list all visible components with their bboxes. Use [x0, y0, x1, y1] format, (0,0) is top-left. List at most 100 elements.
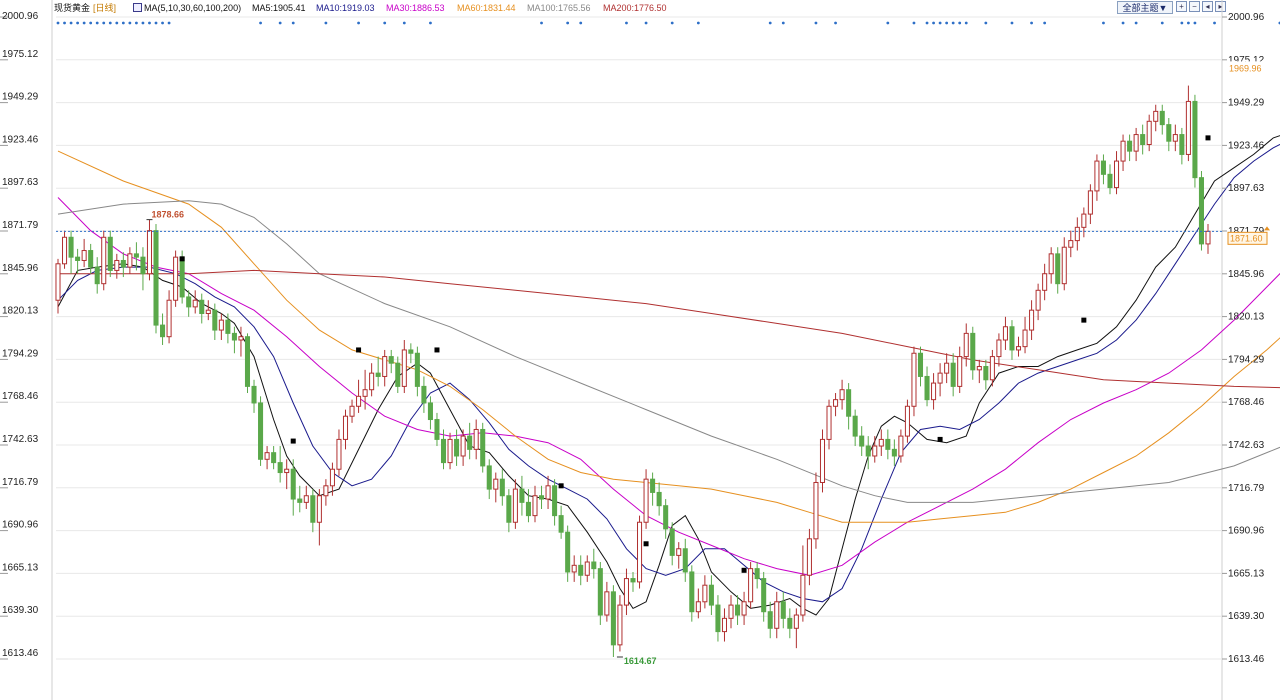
candle [793, 608, 799, 649]
candle [1120, 134, 1126, 172]
candle [669, 522, 675, 566]
candle [637, 515, 643, 589]
candle [917, 346, 924, 387]
candle [1087, 184, 1093, 225]
signal-square [434, 347, 440, 353]
candle [748, 562, 754, 609]
signal-dot [89, 21, 93, 25]
signal-dot [429, 21, 432, 25]
candle [493, 472, 499, 503]
candle [421, 376, 427, 413]
y-tick-label-left: 1949.29 [2, 92, 39, 103]
candle-body [1159, 110, 1165, 126]
candle [767, 601, 773, 639]
candle [924, 366, 930, 407]
signal-dot [781, 21, 785, 25]
candle-body [702, 584, 708, 603]
candle [806, 528, 812, 586]
signal-dot [1193, 21, 1197, 25]
candle-body [891, 448, 897, 457]
candle-body [1042, 273, 1048, 291]
candle-body [369, 372, 375, 391]
signal-dot [1186, 21, 1190, 25]
candle [695, 588, 701, 619]
candle-body [421, 385, 427, 404]
candle [846, 383, 852, 430]
candle [512, 479, 518, 529]
candle [1042, 263, 1048, 301]
candle-body [565, 531, 571, 573]
candle [88, 243, 94, 274]
signal-dot [95, 21, 99, 25]
candle [1048, 247, 1054, 284]
y-tick-label-right: 1845.96 [1228, 269, 1265, 280]
y-tick-label-left: 1690.96 [2, 520, 39, 531]
candle-body [316, 495, 322, 523]
signal-dot [383, 21, 387, 25]
candle-body [924, 375, 930, 401]
candle [127, 247, 133, 274]
candle-body [238, 336, 244, 341]
candle-body [434, 419, 440, 440]
price-axis: 2000.96 2000.961975.121975.121949.291949.… [0, 11, 1265, 665]
candle [192, 290, 198, 314]
candle-body [460, 435, 466, 457]
y-tick-label-left: 1639.30 [2, 605, 39, 616]
candle [630, 571, 636, 592]
signal-dot [108, 21, 112, 25]
candle-body [728, 604, 734, 619]
candle [715, 595, 721, 642]
candle-body [408, 349, 414, 354]
candle-body [349, 405, 355, 417]
candle [1094, 154, 1100, 201]
candle [552, 479, 558, 526]
candle [473, 419, 479, 460]
signal-dot [625, 21, 628, 25]
candle-body [1120, 140, 1126, 162]
candle-body [1061, 246, 1067, 285]
signal-dot [167, 21, 171, 25]
candle-body [767, 611, 773, 629]
candle-body [55, 263, 61, 301]
signal-dot [644, 21, 648, 25]
candle [937, 363, 943, 397]
candle-body [127, 253, 133, 268]
y-tick-label-right: 1690.96 [1228, 526, 1265, 537]
candle-body [375, 372, 381, 377]
candlestick-chart[interactable]: 2000.96 2000.961975.121975.121949.291949.… [0, 0, 1280, 700]
candle [839, 379, 845, 410]
candle [1198, 171, 1204, 251]
candle [199, 293, 205, 324]
candle-body [101, 236, 107, 285]
candle-body [976, 366, 982, 371]
ma-line-ma30 [57, 197, 1280, 576]
candle-body [669, 528, 675, 556]
candle [349, 399, 355, 423]
y-tick-label-right: 1923.46 [1228, 140, 1265, 151]
candle [826, 399, 832, 450]
candle [244, 333, 251, 394]
signal-dot [834, 21, 837, 25]
signal-dot [1010, 21, 1014, 25]
signal-square [1081, 317, 1087, 323]
candle [1185, 85, 1191, 162]
candle-body [1074, 226, 1080, 242]
candle-body [963, 332, 969, 358]
candle-body [336, 438, 342, 470]
candle-body [1035, 289, 1041, 311]
candle [735, 595, 741, 625]
signal-dot [670, 21, 674, 25]
candle-body [695, 601, 701, 613]
candle-body [251, 385, 257, 404]
candle-body [107, 236, 113, 271]
candle [316, 489, 322, 546]
candle-body [1002, 326, 1008, 341]
candle [610, 585, 616, 657]
candle-body [329, 468, 335, 487]
signal-dot [115, 21, 119, 25]
candle-body [623, 578, 629, 606]
candle-body [473, 428, 479, 450]
signal-dot [886, 21, 890, 25]
candle-body [1185, 100, 1191, 155]
signal-dot [161, 21, 164, 25]
